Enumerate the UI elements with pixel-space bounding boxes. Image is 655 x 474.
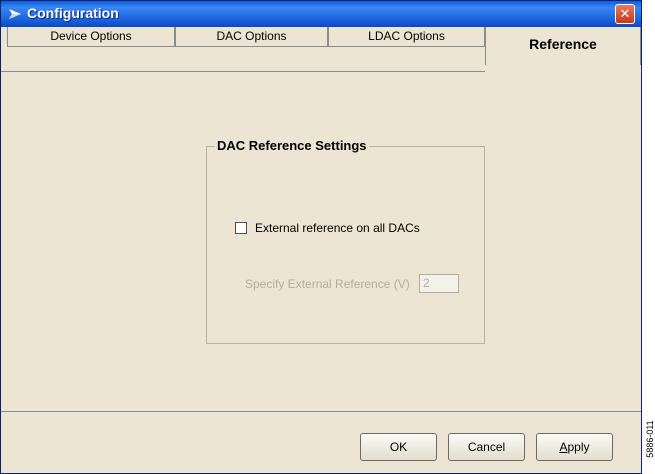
external-reference-input: 2 [419, 274, 459, 293]
ok-button[interactable]: OK [360, 433, 437, 461]
apply-button[interactable]: Apply [536, 433, 613, 461]
figure-id-text: 5886-011 [645, 420, 655, 458]
tab-dac-options[interactable]: DAC Options [175, 27, 328, 47]
figure-id: 5886-011 [644, 400, 655, 474]
tab-underline [1, 71, 485, 72]
dac-reference-settings-group: DAC Reference Settings External referenc… [206, 138, 485, 344]
app-logo-icon [9, 9, 21, 19]
title-bar[interactable]: Configuration ✕ [1, 1, 641, 27]
specify-reference-label: Specify External Reference (V) [245, 277, 410, 291]
window-title: Configuration [27, 5, 119, 21]
tab-device-options[interactable]: Device Options [7, 27, 175, 47]
external-reference-checkbox[interactable] [235, 222, 247, 234]
tab-reference[interactable]: Reference [485, 27, 641, 65]
external-reference-label[interactable]: External reference on all DACs [255, 221, 420, 235]
cancel-button[interactable]: Cancel [448, 433, 525, 461]
close-icon: ✕ [619, 6, 631, 21]
configuration-dialog: Configuration ✕ Device Options DAC Optio… [0, 0, 642, 474]
apply-label: Apply [559, 440, 590, 454]
close-button[interactable]: ✕ [615, 4, 635, 24]
tab-ldac-options[interactable]: LDAC Options [328, 27, 485, 47]
group-title: DAC Reference Settings [215, 138, 369, 153]
footer-divider [1, 411, 641, 412]
tab-bar: Device Options DAC Options LDAC Options … [1, 27, 641, 72]
